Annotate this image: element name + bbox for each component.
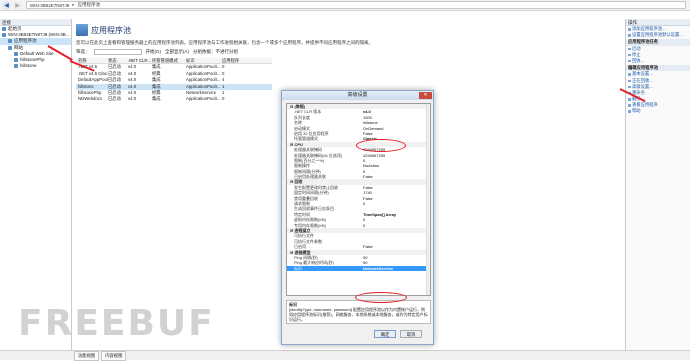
actions-list: 添加应用程序池... 设置应用程序池默认设置... 应用程序池任务 启动 停止 回收...… bbox=[626, 26, 690, 115]
app-pool-table: 名称状态.NET CLR...托管管道模式标识应用程序.NET v4.5已启动v… bbox=[76, 58, 272, 103]
table-cell: 0 bbox=[222, 96, 225, 102]
advanced-settings-dialog: 高级设置 ✕ ⊟ (常规) .NET CLR 版本 v4.0 队列长度 1000 名称 hi… bbox=[281, 90, 434, 345]
table-cell: ApplicationPoolI... bbox=[186, 96, 221, 102]
column-header[interactable]: 状态 bbox=[108, 58, 128, 63]
page-title: 应用程序池 bbox=[91, 25, 131, 35]
cancel-button[interactable]: 取消 bbox=[400, 330, 422, 338]
show-all-button[interactable]: 全部显示(A) bbox=[165, 49, 189, 55]
annotation-circle bbox=[355, 292, 407, 303]
property-row[interactable]: 托管管道模式 Classic bbox=[287, 136, 430, 141]
tree-node-icon bbox=[8, 45, 12, 50]
filter-label: 筛选： bbox=[76, 48, 90, 54]
property-grid: ⊟ (常规) .NET CLR 版本 v4.0 队列长度 1000 名称 hillstone… bbox=[286, 103, 431, 296]
address-page[interactable]: 应用程序池 bbox=[78, 2, 101, 8]
actions-header: 操作 bbox=[626, 19, 690, 26]
property-rows: ⊟ (常规) .NET CLR 版本 v4.0 队列长度 1000 名称 hillstone… bbox=[287, 104, 430, 272]
column-header[interactable]: .NET CLR... bbox=[128, 58, 152, 63]
page-description: 您可以在此页上查看和管理服务器上的应用程序池列表。应用程序池与工作进程相关联，包… bbox=[76, 40, 373, 45]
address-bar[interactable]: WIN-3B54E7N87J9 ▸ 应用程序池 bbox=[26, 1, 686, 9]
tree-node-icon bbox=[14, 64, 18, 69]
close-icon[interactable]: ✕ bbox=[419, 92, 432, 99]
chevron-right-icon: ▸ bbox=[72, 2, 75, 7]
tab-features-view[interactable]: 功能视图 bbox=[74, 350, 100, 361]
description-text: [identityType, username, password] 配置应用程… bbox=[289, 307, 428, 322]
tab-content-view[interactable]: 内容视图 bbox=[101, 350, 127, 361]
tree-node-icon bbox=[14, 51, 18, 56]
action-link[interactable]: 帮助 bbox=[626, 108, 690, 114]
table-cell: NDWebdocs bbox=[78, 96, 103, 102]
go-button[interactable]: 开始(G) bbox=[146, 49, 162, 55]
column-header[interactable]: 名称 bbox=[76, 58, 108, 63]
tree-node-icon bbox=[8, 39, 12, 44]
connections-tree: 起始页 WIN-3B54E7N87J9 (WIN-3B... 应用程序池 网站 Defa… bbox=[0, 26, 71, 69]
property-description: 标识 [identityType, username, password] 配置… bbox=[286, 300, 431, 324]
tree-node-icon bbox=[2, 33, 6, 38]
tree-item[interactable]: hillstone bbox=[0, 63, 71, 69]
property-value[interactable]: 0 bbox=[363, 223, 430, 228]
group-by-dropdown[interactable]: 分组依据：不进行分组 bbox=[193, 49, 238, 55]
property-row[interactable]: 标识 NetworkService bbox=[287, 265, 430, 272]
actions-panel: 操作 添加应用程序池... 设置应用程序池默认设置... 应用程序池任务 启动 停止 回收… bbox=[625, 19, 690, 350]
table-cell: 集成 bbox=[152, 96, 161, 102]
page-header: 应用程序池 bbox=[76, 23, 131, 37]
table-cell: 已启动 bbox=[108, 96, 121, 102]
back-arrow-icon[interactable]: ◀ bbox=[2, 0, 11, 10]
forward-arrow-icon[interactable]: ▶ bbox=[13, 0, 22, 10]
address-host[interactable]: WIN-3B54E7N87J9 bbox=[30, 3, 69, 8]
tree-node-icon bbox=[2, 27, 6, 32]
tree-node-icon bbox=[14, 58, 18, 63]
property-name: 标识 bbox=[294, 265, 302, 271]
action-link[interactable]: 设置应用程序池默认设置... bbox=[626, 32, 690, 38]
action-link[interactable]: 回收... bbox=[626, 58, 690, 64]
tree-item-label: hillstone bbox=[20, 63, 37, 69]
property-value[interactable]: False bbox=[363, 244, 430, 249]
column-header[interactable]: 托管管道模式 bbox=[152, 58, 186, 63]
table-row[interactable]: NDWebdocs 已启动 v4.0 集成 ApplicationPoolI... 0 bbox=[76, 96, 272, 102]
connections-header: 连接 bbox=[0, 19, 71, 26]
property-value[interactable]: NetworkService bbox=[363, 266, 430, 271]
property-value[interactable]: False bbox=[363, 174, 430, 179]
table-cell: v4.0 bbox=[128, 96, 137, 102]
title-bar: ◀ ▶ WIN-3B54E7N87J9 ▸ 应用程序池 bbox=[0, 0, 690, 11]
status-bar: 功能视图 内容视图 bbox=[0, 350, 690, 361]
ok-button[interactable]: 确定 bbox=[374, 330, 396, 338]
property-row[interactable]: 已启用处理器关联 False bbox=[287, 174, 430, 179]
connections-panel: 连接 起始页 WIN-3B54E7N87J9 (WIN-3B... 应用程序池 网站 D… bbox=[0, 19, 72, 350]
app-pool-icon bbox=[76, 24, 88, 36]
watermark: FREEBUF bbox=[18, 303, 215, 344]
column-header[interactable]: 应用程序 bbox=[222, 58, 252, 63]
filter-input[interactable] bbox=[93, 48, 142, 55]
dialog-title: 高级设置 bbox=[347, 92, 368, 98]
dialog-title-bar: 高级设置 ✕ bbox=[282, 91, 433, 100]
column-header[interactable]: 标识 bbox=[186, 58, 222, 63]
property-scrollbar[interactable] bbox=[426, 104, 430, 295]
annotation-circle bbox=[356, 139, 406, 152]
filter-bar: 筛选： 开始(G) 全部显示(A) 分组依据：不进行分组 bbox=[76, 48, 271, 55]
